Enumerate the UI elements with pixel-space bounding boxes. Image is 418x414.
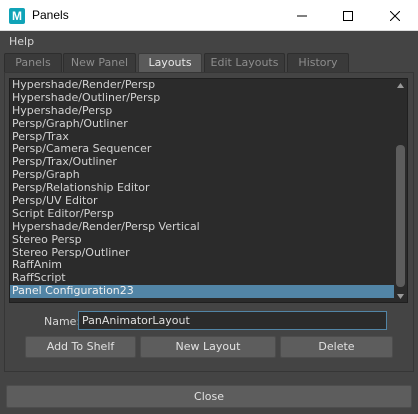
maximize-button[interactable] bbox=[325, 0, 371, 31]
chevron-down-icon bbox=[397, 293, 404, 299]
list-item[interactable]: RaffAnim bbox=[10, 259, 394, 272]
list-item[interactable]: Persp/Graph/Outliner bbox=[10, 117, 394, 131]
list-item[interactable]: Hypershade/Render/Persp Vertical bbox=[10, 220, 394, 234]
maximize-icon bbox=[343, 10, 353, 21]
tab-new-panel[interactable]: New Panel bbox=[63, 53, 136, 72]
name-label: Name: bbox=[44, 315, 81, 328]
delete-button[interactable]: Delete bbox=[280, 336, 393, 358]
close-icon bbox=[390, 10, 400, 21]
list-item[interactable]: Hypershade/Outliner/Persp bbox=[10, 91, 394, 105]
window-title: Panels bbox=[32, 8, 69, 22]
list-item[interactable]: Stereo Persp/Outliner bbox=[10, 246, 394, 260]
tab-edit-layouts[interactable]: Edit Layouts bbox=[204, 53, 285, 72]
chevron-up-icon bbox=[397, 82, 404, 88]
layout-list-items: Hypershade/Render/Persp Hypershade/Outlin… bbox=[10, 79, 394, 299]
scroll-thumb[interactable] bbox=[396, 145, 405, 287]
tab-layouts[interactable]: Layouts bbox=[138, 53, 202, 72]
new-layout-button[interactable]: New Layout bbox=[140, 336, 276, 358]
list-item[interactable]: Hypershade/Persp bbox=[10, 104, 394, 118]
list-scrollbar[interactable] bbox=[394, 79, 407, 302]
scroll-up-button[interactable] bbox=[394, 79, 407, 91]
close-button[interactable]: Close bbox=[6, 385, 412, 408]
menu-help[interactable]: Help bbox=[9, 35, 34, 48]
add-to-shelf-button[interactable]: Add To Shelf bbox=[25, 336, 136, 358]
list-item[interactable]: Script Editor/Persp bbox=[10, 207, 394, 221]
layout-name-input[interactable] bbox=[78, 311, 387, 330]
menu-bar: Help bbox=[0, 32, 418, 52]
tab-history[interactable]: History bbox=[287, 53, 349, 72]
window-close-button[interactable] bbox=[372, 0, 418, 31]
minimize-button[interactable] bbox=[279, 0, 325, 31]
maya-app-icon: M bbox=[9, 8, 25, 24]
list-item[interactable]: Hypershade/Render/Persp bbox=[10, 79, 394, 92]
list-item[interactable]: Stereo Persp bbox=[10, 233, 394, 247]
layout-list[interactable]: Hypershade/Render/Persp Hypershade/Outlin… bbox=[9, 78, 408, 303]
list-item-selected[interactable]: Panel Configuration23 bbox=[10, 284, 394, 299]
list-item[interactable]: Persp/UV Editor bbox=[10, 194, 394, 208]
scroll-down-button[interactable] bbox=[394, 290, 407, 302]
tab-panels[interactable]: Panels bbox=[4, 53, 62, 72]
minimize-icon bbox=[297, 15, 307, 16]
title-bar: M Panels bbox=[0, 0, 418, 31]
